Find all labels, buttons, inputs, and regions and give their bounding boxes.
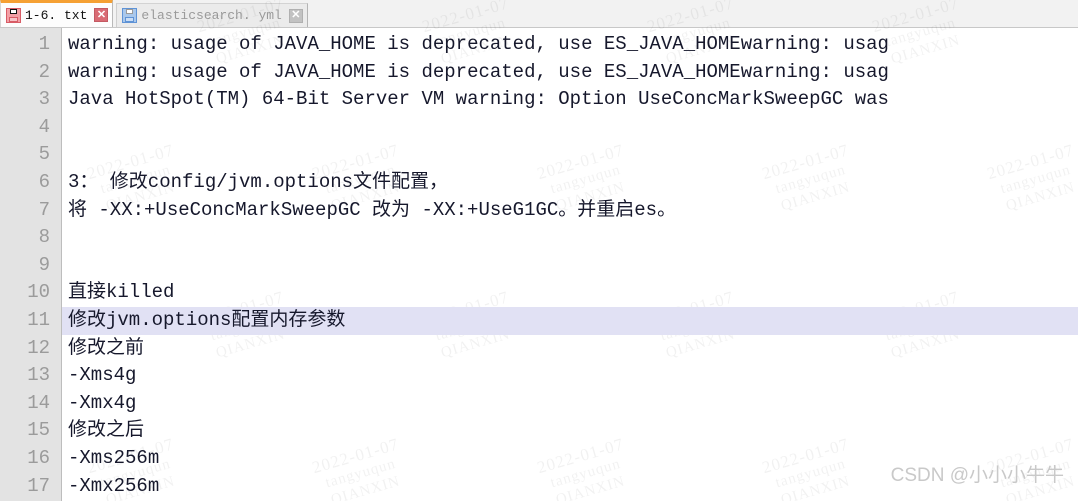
code-line[interactable]: -Xms4g (62, 362, 1078, 390)
line-number: 8 (38, 226, 50, 249)
save-floppy-icon (122, 8, 138, 23)
line-number: 3 (38, 88, 50, 111)
line-number: 9 (38, 253, 50, 276)
code-line[interactable] (62, 114, 1078, 142)
code-line[interactable]: Java HotSpot(TM) 64-Bit Server VM warnin… (62, 86, 1078, 114)
tab-close-icon[interactable]: ✕ (288, 8, 303, 23)
code-line[interactable]: 3： 修改config/jvm.options文件配置， (62, 169, 1078, 197)
line-number: 2 (38, 60, 50, 83)
tab-label: 1-6. txt (25, 7, 88, 23)
line-number-gutter: 123456789101112131415161718 (0, 28, 62, 501)
line-number: 6 (38, 170, 50, 193)
line-number: 4 (38, 115, 50, 138)
line-number: 11 (27, 308, 50, 331)
line-number: 15 (27, 419, 50, 442)
csdn-signature-watermark: CSDN @小小小牛牛 (890, 465, 1064, 486)
line-number: 7 (38, 198, 50, 221)
line-number: 16 (27, 446, 50, 469)
save-floppy-icon (6, 7, 21, 23)
code-line[interactable]: -Xmx4g (62, 390, 1078, 418)
line-number: 10 (27, 281, 50, 304)
line-number: 13 (27, 364, 50, 387)
tab-close-icon[interactable]: ✕ (94, 8, 109, 22)
code-line[interactable] (62, 224, 1078, 252)
code-line[interactable]: 修改之前 (62, 335, 1078, 363)
editor-body: 123456789101112131415161718 warning: usa… (0, 28, 1078, 501)
code-line[interactable] (62, 252, 1078, 280)
line-number: 5 (38, 143, 50, 166)
code-line[interactable]: warning: usage of JAVA_HOME is deprecate… (62, 59, 1078, 87)
tab-label: elasticsearch. yml (141, 8, 282, 23)
code-line[interactable]: 直接killed (62, 279, 1078, 307)
code-line-current[interactable]: 修改jvm.options配置内存参数 (62, 306, 1078, 335)
line-number: 14 (27, 391, 50, 414)
code-line[interactable] (62, 141, 1078, 169)
tab-1-6-txt[interactable]: 1-6. txt ✕ (0, 0, 114, 27)
line-number: 17 (27, 474, 50, 497)
editor-window: 1-6. txt ✕ elasticsearch. yml ✕ 12345678… (0, 0, 1078, 501)
code-text-area[interactable]: warning: usage of JAVA_HOME is deprecate… (62, 28, 1078, 501)
tab-elasticsearch-yml[interactable]: elasticsearch. yml ✕ (116, 3, 308, 27)
line-number: 1 (38, 33, 50, 55)
code-line[interactable]: 将 -XX:+UseConcMarkSweepGC 改为 -XX:+UseG1G… (62, 197, 1078, 225)
line-number: 12 (27, 336, 50, 359)
tab-bar: 1-6. txt ✕ elasticsearch. yml ✕ (0, 0, 1078, 28)
code-line[interactable]: warning: usage of JAVA_HOME is deprecate… (62, 31, 1078, 59)
code-line[interactable]: 修改之后 (62, 417, 1078, 445)
